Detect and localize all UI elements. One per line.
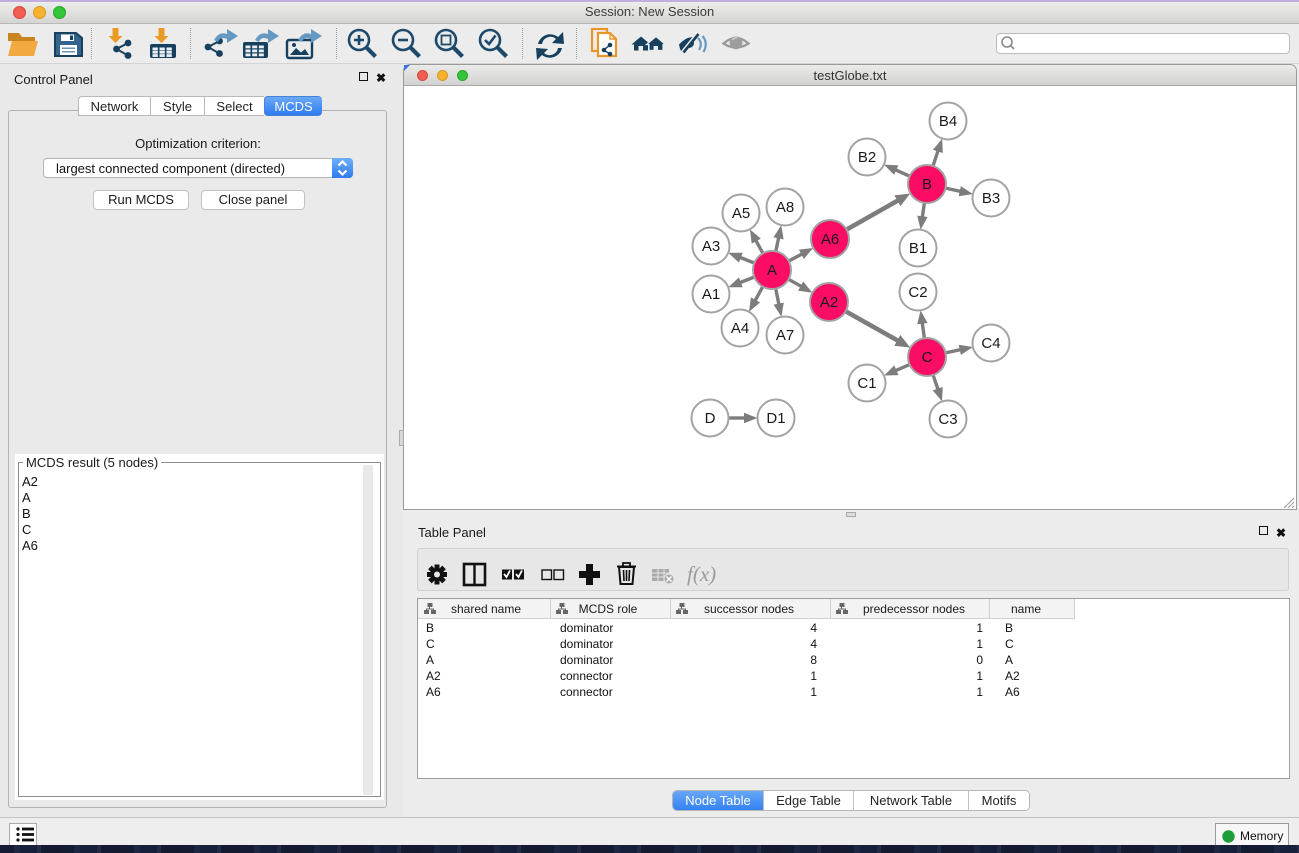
svg-text:C4: C4 bbox=[981, 335, 1000, 352]
svg-text:C: C bbox=[922, 349, 933, 366]
svg-text:C1: C1 bbox=[857, 375, 876, 392]
svg-text:A5: A5 bbox=[732, 205, 750, 222]
svg-text:D: D bbox=[705, 410, 716, 427]
svg-text:B4: B4 bbox=[939, 113, 957, 130]
svg-text:A3: A3 bbox=[702, 238, 720, 255]
svg-text:A4: A4 bbox=[731, 320, 749, 337]
svg-text:A2: A2 bbox=[820, 294, 838, 311]
svg-text:B3: B3 bbox=[982, 190, 1000, 207]
svg-text:B: B bbox=[922, 176, 932, 193]
svg-text:A7: A7 bbox=[776, 327, 794, 344]
svg-text:A6: A6 bbox=[821, 231, 839, 248]
svg-text:A8: A8 bbox=[776, 199, 794, 216]
svg-text:B2: B2 bbox=[858, 149, 876, 166]
svg-text:C3: C3 bbox=[938, 411, 957, 428]
svg-text:f(x): f(x) bbox=[687, 562, 716, 586]
svg-text:A1: A1 bbox=[702, 286, 720, 303]
svg-text:B1: B1 bbox=[909, 240, 927, 257]
svg-text:C2: C2 bbox=[908, 284, 927, 301]
svg-text:A: A bbox=[767, 262, 777, 279]
svg-text:D1: D1 bbox=[766, 410, 785, 427]
